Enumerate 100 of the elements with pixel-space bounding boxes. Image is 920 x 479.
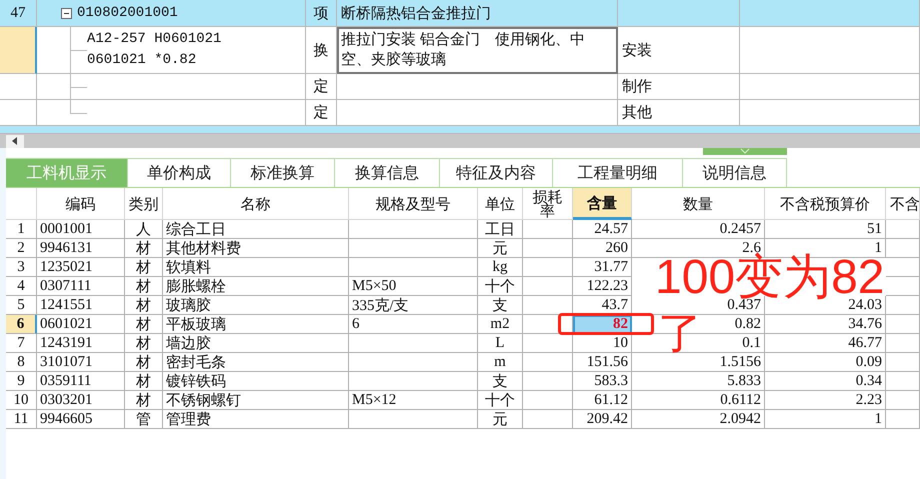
table-cell: 材 [125,239,163,258]
scroll-left-icon[interactable] [6,134,24,148]
table-cell: 6 [349,315,478,334]
row-header[interactable]: 47 [0,0,37,27]
table-cell: 材 [125,277,163,296]
table-cell [523,258,573,277]
column-header[interactable]: 编码 [37,188,125,220]
column-header[interactable]: 单位 [478,188,523,220]
tab[interactable]: 特征及内容 [440,158,553,187]
table-cell [886,296,920,315]
table-cell: 十个 [478,277,523,296]
table-cell: 9946131 [37,239,125,258]
table-cell: 2.0942 [632,410,765,429]
table-cell: 其他材料费 [163,239,349,258]
row-header[interactable] [0,27,37,74]
column-header[interactable]: 损耗率 [530,188,566,220]
table-cell: 151.56 [573,353,632,372]
table-cell: 583.3 [573,372,632,391]
table-cell [886,410,920,429]
table-cell: 元 [478,239,523,258]
table-cell [886,258,920,277]
table-cell: 0307111 [37,277,125,296]
scrollbar[interactable] [0,134,920,148]
table-cell: 人 [125,220,163,239]
table-cell: 0303201 [37,391,125,410]
table-cell [886,277,920,296]
table-cell: 综合工日 [163,220,349,239]
table-cell: M5×50 [349,277,478,296]
table-cell: 材 [125,315,163,334]
table-cell: 31.77 [573,258,632,277]
table-cell: 335克/支 [349,296,478,315]
table-cell: L [478,334,523,353]
table-cell: 46.77 [765,334,886,353]
column-header[interactable]: 类别 [125,188,163,220]
table-cell: M5×12 [349,391,478,410]
table-cell: kg [478,258,523,277]
table-cell [886,334,920,353]
table-cell: 24.57 [573,220,632,239]
tab[interactable]: 说明信息 [683,158,787,187]
tab[interactable]: 工程量明细 [553,158,683,187]
tab[interactable]: 标准换算 [231,158,335,187]
table-cell [523,372,573,391]
column-header[interactable]: 数量 [632,188,765,220]
table-cell: 墙边胶 [163,334,349,353]
table-cell [886,391,920,410]
table-cell: 管理费 [163,410,349,429]
table-cell: 膨胀螺栓 [163,277,349,296]
table-cell [886,353,920,372]
tab[interactable]: 单价构成 [128,158,231,187]
table-cell: 1241551 [37,296,125,315]
table-cell: 工日 [478,220,523,239]
table-cell: 61.12 [573,391,632,410]
column-header[interactable]: 规格及型号 [349,188,478,220]
table-cell: 密封毛条 [163,353,349,372]
table-cell: 材 [125,258,163,277]
type-cell: 换 [306,27,337,74]
table-cell: 10 [573,334,632,353]
table-cell: 43.7 [573,296,632,315]
column-header[interactable]: 不含 [886,188,920,220]
table-cell: 材 [125,391,163,410]
row-header[interactable] [0,74,37,100]
table-cell: 制作 [618,74,740,100]
collapse-icon[interactable] [61,8,72,18]
table-cell [886,220,920,239]
table-cell: 管 [125,410,163,429]
table-cell [523,220,573,239]
column-header[interactable]: 含量 [573,188,632,220]
table-cell: 软填料 [163,258,349,277]
table-cell: 材 [125,353,163,372]
tab[interactable]: 换算信息 [335,158,440,187]
table-cell: 2.23 [765,391,886,410]
item-code: A12-257 H0601021 0601021 *0.82 [87,30,222,70]
table-cell: 209.42 [573,410,632,429]
table-cell: 1243191 [37,334,125,353]
table-cell: 9946605 [37,410,125,429]
column-header[interactable]: 不含税预算价 [765,188,886,220]
table-cell: 材 [125,296,163,315]
table-cell: 0001001 [37,220,125,239]
table-cell: 34.76 [765,315,886,334]
table-cell: 镀锌铁码 [163,372,349,391]
item-code: 010802001001 [77,4,178,22]
table-cell: 材 [125,372,163,391]
table-cell [523,296,573,315]
table-cell [886,372,920,391]
table-cell: 5.833 [632,372,765,391]
table-cell: 0.34 [765,372,886,391]
splitter-handle[interactable] [703,148,787,155]
table-cell [523,353,573,372]
table-cell: 0.09 [765,353,886,372]
table-cell: 1 [765,410,886,429]
table-cell: 1.5156 [632,353,765,372]
table-cell: 51 [765,220,886,239]
name-cell: 推拉门安装 铝合金门 使用钢化、中空、夹胶等玻璃 [337,27,618,74]
table-cell: m [478,353,523,372]
row-number[interactable]: 6 [6,315,37,334]
table-cell: 支 [478,372,523,391]
table-cell: m2 [478,315,523,334]
table-cell: 安装 [618,27,740,74]
table-cell [523,334,573,353]
column-header[interactable]: 名称 [163,188,349,220]
